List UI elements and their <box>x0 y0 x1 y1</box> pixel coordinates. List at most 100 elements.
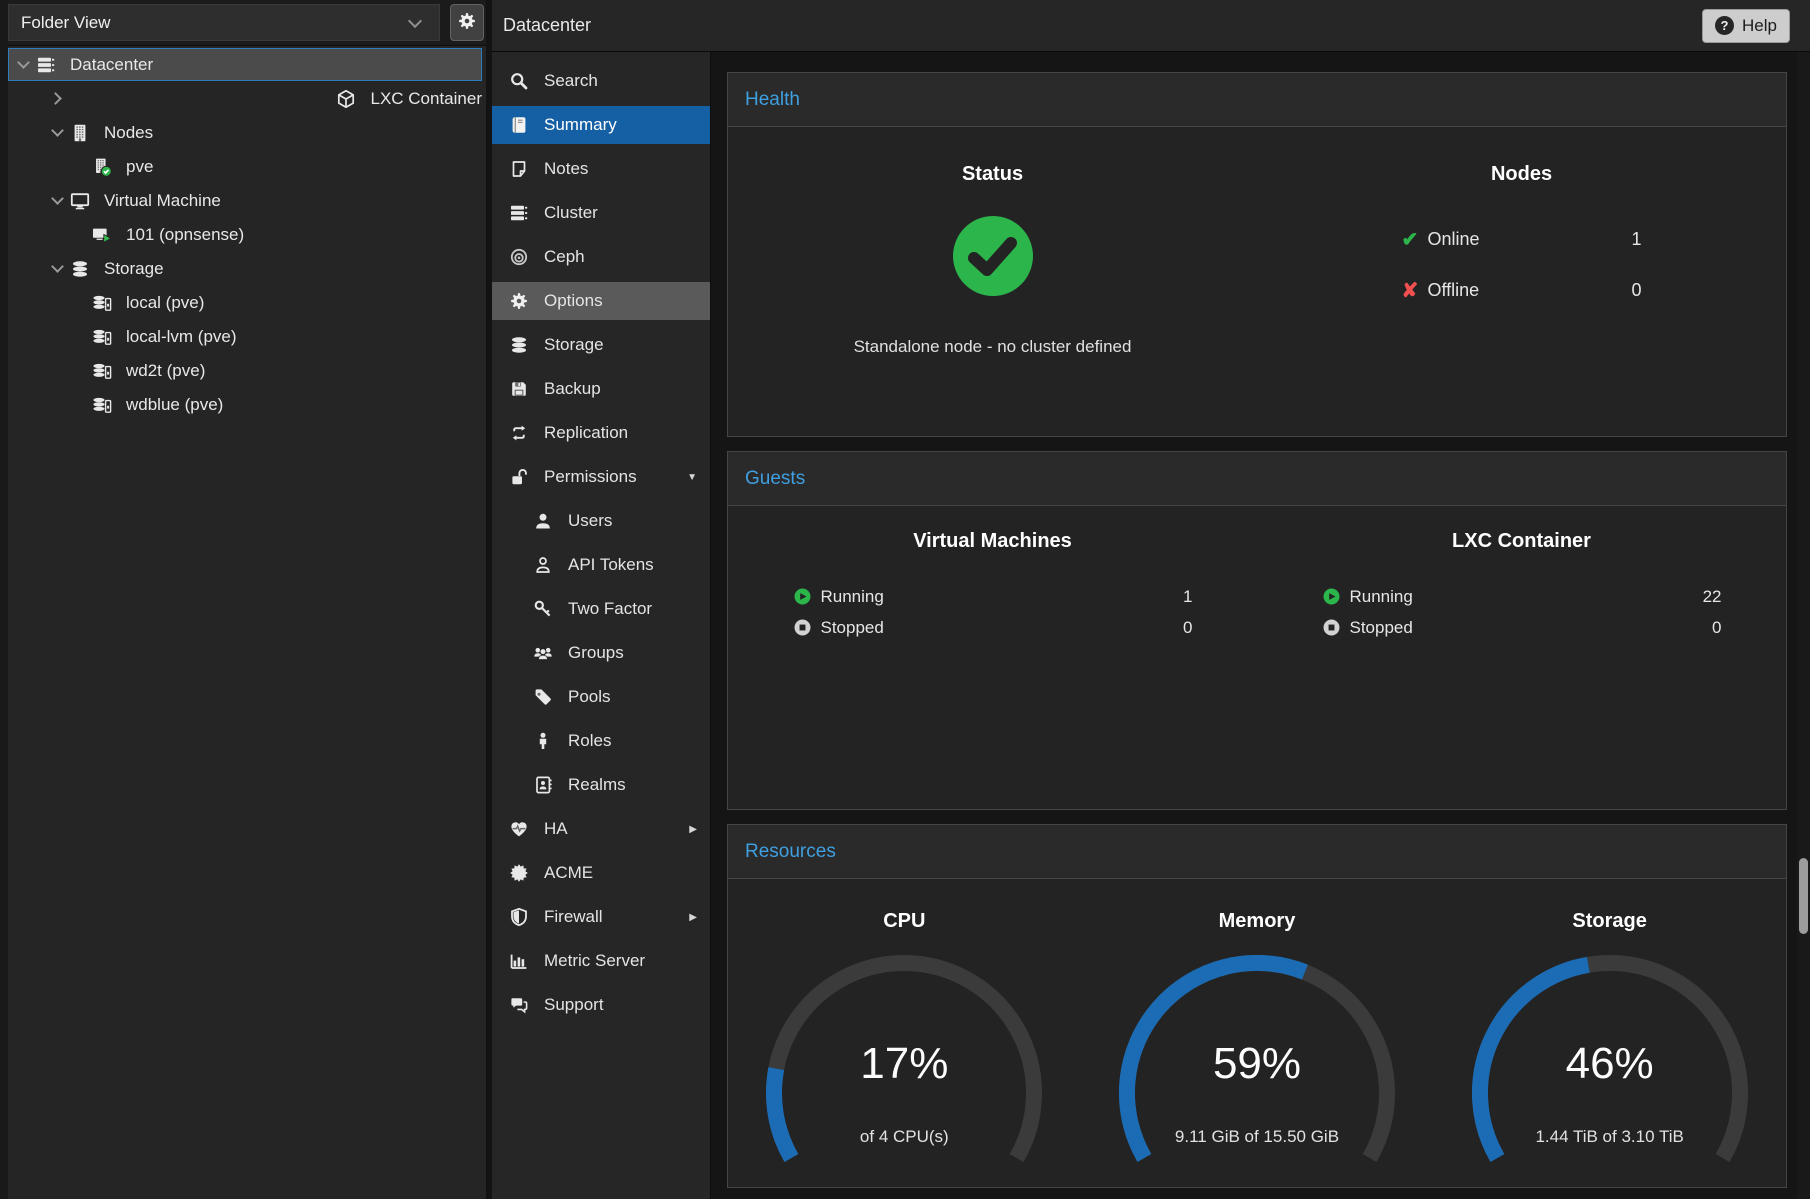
guest-row-stopped: Stopped 0 <box>793 612 1193 643</box>
nav-item-metric-server[interactable]: Metric Server <box>492 942 710 980</box>
tree-item-lxc-container[interactable]: LXC Container <box>8 82 482 115</box>
nav-item-label: Users <box>568 511 612 531</box>
chevron-down-icon[interactable] <box>50 125 65 140</box>
guests-panel-title: Guests <box>728 452 1786 506</box>
nav-item-two-factor[interactable]: Two Factor <box>492 590 710 628</box>
tree-item-local-pve[interactable]: local (pve) <box>8 286 482 319</box>
nav-item-realms[interactable]: Realms <box>492 766 710 804</box>
seal-icon <box>509 863 535 883</box>
tree-item-label: Storage <box>104 259 164 279</box>
nav-item-notes[interactable]: Notes <box>492 150 710 188</box>
tree-item-datacenter[interactable]: Datacenter <box>8 48 482 81</box>
guest-row-label: Running <box>821 587 884 607</box>
chevron-down-icon[interactable] <box>16 57 31 72</box>
running-icon <box>1322 587 1346 606</box>
guests-panel: Guests Virtual MachinesRunning1Stopped0L… <box>727 451 1787 810</box>
nav-item-roles[interactable]: Roles <box>492 722 710 760</box>
section-nav: Search Summary Notes Cluster Ceph Options Stor… <box>492 52 711 1199</box>
chevron-down-icon <box>407 15 422 30</box>
tree-item-label: local-lvm (pve) <box>126 327 237 347</box>
chevron-down-icon[interactable] <box>50 193 65 208</box>
memory-gauge: 59%9.11 GiB of 15.50 GiB <box>1109 955 1405 1169</box>
expand-right-icon: ▶ <box>689 824 697 835</box>
nav-item-permissions[interactable]: Permissions ▼ <box>492 458 710 496</box>
tree-item-virtual-machine[interactable]: Virtual Machine <box>8 184 482 217</box>
note-icon <box>509 159 535 179</box>
gauge-heading: CPU <box>883 910 925 933</box>
monitor-icon <box>70 191 96 211</box>
nav-item-backup[interactable]: Backup <box>492 370 710 408</box>
node-status-label: Online <box>1428 229 1480 250</box>
content-scrollbar[interactable] <box>1797 52 1810 1199</box>
comments-icon <box>509 995 535 1015</box>
guest-row-value: 1 <box>1183 587 1192 607</box>
nav-item-storage[interactable]: Storage <box>492 326 710 364</box>
tree-toolbar: Folder View <box>8 0 486 46</box>
ceph-icon <box>509 247 535 267</box>
guest-row-value: 0 <box>1183 618 1192 638</box>
check-icon: ✔ <box>1402 227 1428 252</box>
running-icon <box>793 587 817 606</box>
nav-item-ceph[interactable]: Ceph <box>492 238 710 276</box>
expand-down-icon: ▼ <box>687 472 697 483</box>
resource-tree: Datacenter LXC ContainerNodespve Virtual M… <box>8 46 486 421</box>
nav-item-summary[interactable]: Summary <box>492 106 710 144</box>
nav-item-label: Cluster <box>544 203 598 223</box>
cube-icon <box>336 89 362 109</box>
tree-item-wd2t-pve[interactable]: wd2t (pve) <box>8 354 482 387</box>
tree-item-label: Datacenter <box>70 55 153 75</box>
chevron-right-icon[interactable] <box>50 91 331 106</box>
nav-item-label: Realms <box>568 775 626 795</box>
storage-drive-icon <box>92 361 118 381</box>
guest-rows: Running 1 Stopped 0 <box>793 581 1193 643</box>
users-icon <box>533 643 559 663</box>
gear-icon <box>457 11 477 34</box>
tree-settings-button[interactable] <box>450 4 484 41</box>
tree-item-wdblue-pve[interactable]: wdblue (pve) <box>8 388 482 421</box>
nav-item-label: HA <box>544 819 568 839</box>
nav-item-api-tokens[interactable]: API Tokens <box>492 546 710 584</box>
guest-row-running: Running 1 <box>793 581 1193 612</box>
nav-item-label: API Tokens <box>568 555 654 575</box>
page-title: Datacenter <box>503 15 591 36</box>
guest-row-running: Running22 <box>1322 581 1722 612</box>
node-status-value: 0 <box>1631 280 1641 301</box>
nav-item-search[interactable]: Search <box>492 62 710 100</box>
gauge-percent: 46% <box>1462 1039 1758 1089</box>
nav-item-cluster[interactable]: Cluster <box>492 194 710 232</box>
unlock-icon <box>509 467 535 487</box>
nav-item-firewall[interactable]: Firewall▶ <box>492 898 710 936</box>
tree-item-label: Virtual Machine <box>104 191 221 211</box>
status-message: Standalone node - no cluster defined <box>854 337 1132 357</box>
nav-item-users[interactable]: Users <box>492 502 710 540</box>
nav-item-replication[interactable]: Replication <box>492 414 710 452</box>
chevron-down-icon[interactable] <box>50 261 65 276</box>
nav-item-label: Permissions <box>544 467 637 487</box>
node-status-label: Offline <box>1428 280 1480 301</box>
nav-item-label: Notes <box>544 159 588 179</box>
guest-row-label: Stopped <box>821 618 884 638</box>
replication-icon <box>509 423 535 443</box>
tree-item-local-lvm-pve[interactable]: local-lvm (pve) <box>8 320 482 353</box>
nav-item-groups[interactable]: Groups <box>492 634 710 672</box>
tree-item-pve[interactable]: pve <box>8 150 482 183</box>
nav-item-acme[interactable]: ACME <box>492 854 710 892</box>
building-icon <box>70 123 96 143</box>
tree-item-storage[interactable]: Storage <box>8 252 482 285</box>
tree-item-label: wdblue (pve) <box>126 395 223 415</box>
tree-item-nodes[interactable]: Nodes <box>8 116 482 149</box>
status-ok-icon <box>951 214 1035 303</box>
nav-item-support[interactable]: Support <box>492 986 710 1024</box>
view-mode-select[interactable]: Folder View <box>8 4 440 41</box>
nav-item-ha[interactable]: HA ▶ <box>492 810 710 848</box>
storage-drive-icon <box>92 395 118 415</box>
node-status-row-online: ✔Online 1 <box>1402 224 1642 254</box>
nav-item-pools[interactable]: Pools <box>492 678 710 716</box>
nav-item-options[interactable]: Options <box>492 282 710 320</box>
tree-item-101-opnsense[interactable]: 101 (opnsense) <box>8 218 482 251</box>
book-icon <box>509 115 535 135</box>
node-status-value: 1 <box>1631 229 1641 250</box>
help-button[interactable]: ? Help <box>1702 9 1790 43</box>
nav-item-label: Metric Server <box>544 951 645 971</box>
scrollbar-thumb[interactable] <box>1799 858 1808 934</box>
